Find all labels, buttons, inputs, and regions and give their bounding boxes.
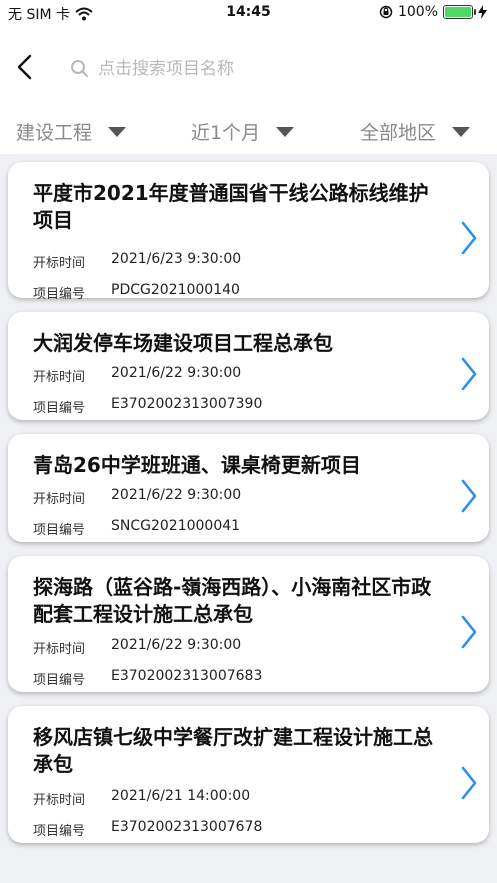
project-title: 平度市2021年度普通国省干线公路标线维护项目 [33, 181, 429, 232]
battery-fill [445, 7, 471, 17]
status-bar: 无 SIM 卡 14:45 100% [0, 0, 497, 26]
filter-time-range[interactable]: 近1个月 [191, 118, 295, 145]
project-code-label: 项目编号 [33, 824, 86, 839]
chevron-right-icon [461, 615, 477, 649]
filter-time-range-label: 近1个月 [191, 122, 261, 144]
project-code-value: E3702002313007390 [111, 396, 263, 412]
dropdown-arrow-icon [452, 126, 471, 137]
project-code-label: 项目编号 [33, 287, 86, 302]
chevron-right-icon [461, 357, 477, 391]
open-time-value: 2021/6/22 9:30:00 [111, 487, 242, 503]
filter-region-label: 全部地区 [360, 122, 437, 144]
dropdown-arrow-icon [276, 126, 295, 137]
open-time-value: 2021/6/22 9:30:00 [111, 637, 242, 653]
open-time-value: 2021/6/23 9:30:00 [111, 251, 242, 267]
project-title: 大润发停车场建设项目工程总承包 [33, 331, 333, 355]
project-card[interactable]: 大润发停车场建设项目工程总承包 开标时间 2021/6/22 9:30:00 项… [8, 312, 489, 420]
project-card[interactable]: 平度市2021年度普通国省干线公路标线维护项目 开标时间 2021/6/23 9… [8, 162, 489, 302]
open-time-value: 2021/6/21 14:00:00 [111, 788, 251, 804]
rotation-lock-icon [379, 5, 393, 19]
search-box[interactable] [70, 52, 470, 86]
battery-percent: 100% [397, 4, 438, 20]
open-time-label: 开标时间 [33, 492, 86, 507]
search-icon [71, 60, 88, 77]
chevron-right-icon [461, 479, 477, 513]
project-title: 探海路（蓝谷路-嶺海西路）、小海南社区市政配套工程设计施工总承包 [33, 575, 432, 626]
chevron-right-icon [461, 221, 477, 255]
battery-icon [443, 5, 476, 19]
filter-bar: 建设工程 近1个月 全部地区 [0, 110, 497, 154]
open-time-label: 开标时间 [33, 256, 86, 271]
project-code-label: 项目编号 [33, 523, 86, 538]
project-card[interactable]: 移风店镇七级中学餐厅改扩建工程设计施工总承包 开标时间 2021/6/21 14… [8, 706, 489, 843]
project-code-label: 项目编号 [33, 401, 86, 416]
project-code-value: E3702002313007683 [111, 668, 263, 684]
project-title: 青岛26中学班班通、课桌椅更新项目 [33, 453, 361, 477]
open-time-label: 开标时间 [33, 793, 86, 808]
status-right: 100% [379, 4, 487, 20]
project-card[interactable]: 青岛26中学班班通、课桌椅更新项目 开标时间 2021/6/22 9:30:00… [8, 434, 489, 542]
project-title: 移风店镇七级中学餐厅改扩建工程设计施工总承包 [33, 725, 433, 776]
open-time-value: 2021/6/22 9:30:00 [111, 365, 242, 381]
open-time-label: 开标时间 [33, 370, 86, 385]
charging-icon [478, 5, 487, 19]
chevron-right-icon [461, 766, 477, 800]
filter-region[interactable]: 全部地区 [360, 118, 471, 145]
nav-bar [0, 26, 497, 110]
search-input[interactable] [98, 59, 458, 79]
project-card[interactable]: 探海路（蓝谷路-嶺海西路）、小海南社区市政配套工程设计施工总承包 开标时间 20… [8, 556, 489, 692]
filter-category-label: 建设工程 [16, 122, 93, 144]
project-code-value: E3702002313007678 [111, 819, 263, 835]
dropdown-arrow-icon [108, 126, 127, 137]
project-code-value: SNCG2021000041 [111, 518, 241, 534]
project-code-value: PDCG2021000140 [111, 282, 240, 298]
project-code-label: 项目编号 [33, 673, 86, 688]
filter-category[interactable]: 建设工程 [16, 118, 127, 145]
battery-cap [474, 9, 476, 15]
back-button[interactable] [12, 50, 40, 84]
open-time-label: 开标时间 [33, 642, 86, 657]
chevron-left-icon [17, 54, 32, 80]
